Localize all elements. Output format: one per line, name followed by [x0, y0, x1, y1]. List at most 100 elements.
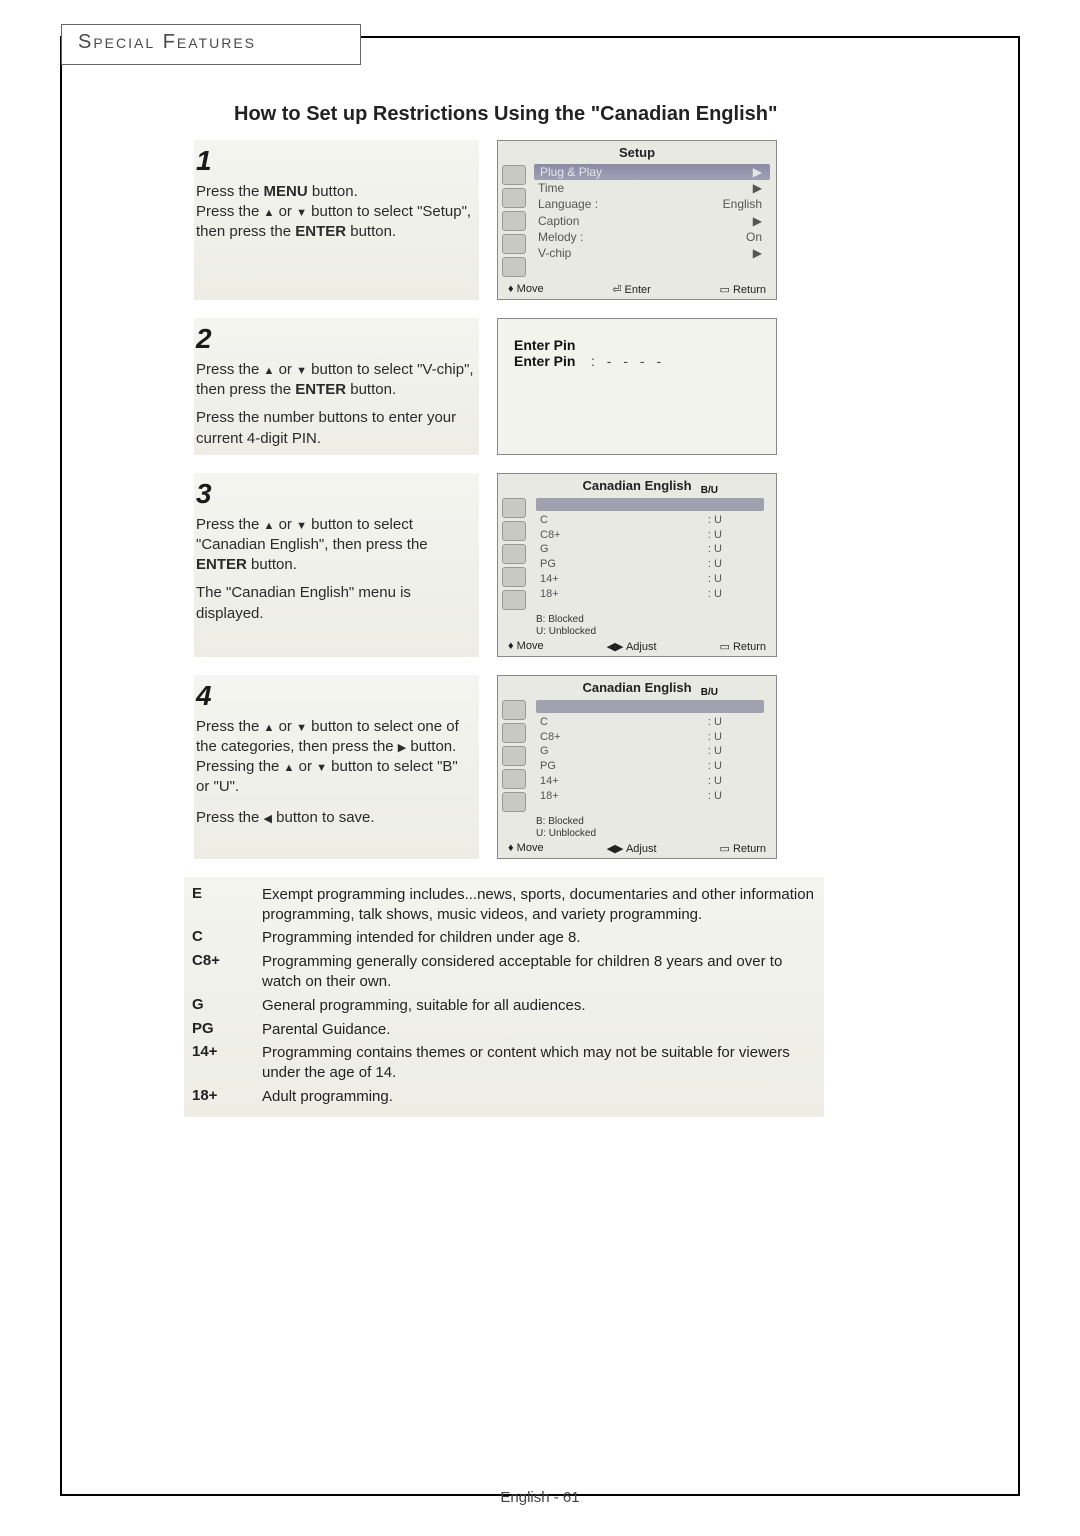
t: ENTER — [196, 556, 247, 573]
osd-setup: Setup Plug & Play▶ Time▶ Language :Engli… — [497, 140, 777, 300]
rating-row: C: U — [536, 513, 770, 528]
step-number: 4 — [196, 677, 475, 715]
osd-row: V-chip▶ — [534, 245, 770, 261]
step-2-text: 2 Press the or button to select "V-chip"… — [194, 318, 479, 455]
osd-row: Melody :On — [534, 229, 770, 245]
left-arrow-icon — [264, 809, 272, 826]
pin-label: Enter Pin — [514, 337, 575, 353]
t: The "Canadian English" menu is displayed… — [196, 584, 411, 621]
step-4: 4 Press the or button to select one of t… — [194, 675, 996, 859]
t: or — [274, 203, 296, 220]
t: or — [294, 758, 316, 775]
down-arrow-icon — [296, 361, 307, 378]
step-1-text: 1 Press the MENU button. Press the or bu… — [194, 140, 479, 300]
move-hint: ♦ Move — [508, 842, 544, 855]
osd-footer: ♦ Move ◀▶ Adjust ▭ Return — [498, 637, 776, 654]
rating-row: PG: U — [536, 759, 770, 774]
t: or — [274, 516, 296, 533]
osd-canadian-english: Canadian English B/U C: U C8+: U G: U PG… — [497, 473, 777, 657]
page-title: How to Set up Restrictions Using the "Ca… — [234, 103, 996, 126]
osd-highlight-bar: B/U — [536, 498, 764, 511]
def-row: 18+ Adult programming. — [192, 1085, 814, 1109]
osd-list: Plug & Play▶ Time▶ Language :English Cap… — [532, 162, 776, 280]
osd-highlight-bar: B/U — [536, 700, 764, 713]
osd-enter-pin: Enter Pin Enter Pin : - - - - — [497, 318, 777, 455]
osd-canadian-english-2: Canadian English B/U C: U C8+: U G: U PG… — [497, 675, 777, 859]
t: button. — [346, 223, 396, 240]
t: Press the — [196, 809, 264, 826]
t: or — [274, 361, 296, 378]
enter-hint: ⏎ Enter — [612, 283, 651, 296]
def-row: PG Parental Guidance. — [192, 1018, 814, 1042]
rating-definitions: E Exempt programming includes...news, spo… — [184, 877, 824, 1117]
def-label: 14+ — [192, 1043, 242, 1083]
def-label: PG — [192, 1020, 242, 1040]
def-text: Programming contains themes or content w… — [262, 1043, 814, 1083]
t: button. — [346, 381, 396, 398]
step-3-text: 3 Press the or button to select "Canadia… — [194, 473, 479, 657]
def-text: Programming intended for children under … — [262, 928, 814, 948]
t: Press the — [196, 183, 264, 200]
step-4-text: 4 Press the or button to select one of t… — [194, 675, 479, 859]
def-row: E Exempt programming includes...news, spo… — [192, 883, 814, 927]
osd-row: Language :English — [534, 196, 770, 212]
t: button to save. — [272, 809, 375, 826]
right-arrow-icon — [398, 738, 406, 755]
osd-icon-col — [498, 495, 532, 613]
osd-footer: ♦ Move ⏎ Enter ▭ Return — [498, 280, 776, 297]
up-arrow-icon — [264, 203, 275, 220]
return-hint: ▭ Return — [720, 640, 766, 653]
t: MENU — [264, 183, 308, 200]
def-row: 14+ Programming contains themes or conten… — [192, 1041, 814, 1085]
up-arrow-icon — [264, 516, 275, 533]
def-text: Parental Guidance. — [262, 1020, 814, 1040]
def-label: 18+ — [192, 1087, 242, 1107]
down-arrow-icon — [316, 758, 327, 775]
osd-row: Caption▶ — [534, 213, 770, 229]
up-arrow-icon — [264, 361, 275, 378]
t: Press the — [196, 516, 264, 533]
down-arrow-icon — [296, 203, 307, 220]
step-3: 3 Press the or button to select "Canadia… — [194, 473, 996, 657]
pin-label: Enter Pin — [514, 353, 575, 369]
rating-row: PG: U — [536, 557, 770, 572]
osd-title: Setup — [498, 141, 776, 162]
bu-header: B/U — [701, 686, 718, 700]
def-text: General programming, suitable for all au… — [262, 996, 814, 1016]
t: Press the — [196, 361, 264, 378]
def-row: C8+Programming generally considered acce… — [192, 950, 814, 994]
t: Press the number buttons to enter your c… — [196, 409, 456, 446]
t: ENTER — [295, 381, 346, 398]
rating-row: C8+: U — [536, 528, 770, 543]
def-text: Exempt programming includes...news, spor… — [262, 885, 814, 925]
bu-header: B/U — [701, 484, 718, 498]
t: or — [274, 718, 296, 735]
osd-row: Time▶ — [534, 180, 770, 196]
return-hint: ▭ Return — [720, 283, 766, 296]
def-row: G General programming, suitable for all a… — [192, 994, 814, 1018]
t: Press the — [196, 203, 264, 220]
def-text: Adult programming. — [262, 1087, 814, 1107]
step-number: 1 — [196, 142, 475, 180]
step-number: 2 — [196, 320, 475, 358]
rating-row: G: U — [536, 542, 770, 557]
osd-legend: U: Unblocked — [498, 625, 776, 637]
move-hint: ♦ Move — [508, 640, 544, 653]
adjust-hint: ◀▶ Adjust — [607, 842, 657, 855]
def-row: C Programming intended for children under… — [192, 926, 814, 950]
def-label: G — [192, 996, 242, 1016]
rating-row: C8+: U — [536, 730, 770, 745]
osd-row: Plug & Play▶ — [534, 164, 770, 180]
rating-row: G: U — [536, 744, 770, 759]
t: button. — [308, 183, 358, 200]
adjust-hint: ◀▶ Adjust — [607, 640, 657, 653]
def-label: C — [192, 928, 242, 948]
def-label: E — [192, 885, 242, 925]
osd-title: Canadian English — [498, 474, 776, 495]
down-arrow-icon — [296, 516, 307, 533]
def-label: C8+ — [192, 952, 242, 992]
osd-legend: U: Unblocked — [498, 827, 776, 839]
t: button. — [247, 556, 297, 573]
move-hint: ♦ Move — [508, 283, 544, 296]
step-1: 1 Press the MENU button. Press the or bu… — [194, 140, 996, 300]
